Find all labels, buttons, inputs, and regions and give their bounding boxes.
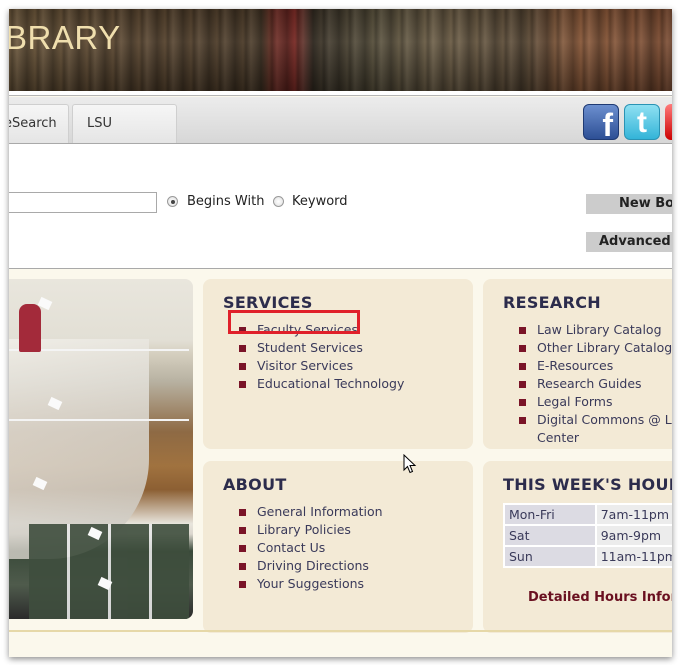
hours-day: Sun	[505, 547, 595, 566]
research-link-legal-forms[interactable]: Legal Forms	[517, 393, 672, 411]
research-link-eresources[interactable]: E-Resources	[517, 357, 672, 375]
research-link-other-catalogs[interactable]: Other Library Catalogs	[517, 339, 672, 357]
mouse-cursor-icon	[403, 454, 417, 474]
services-link-visitor[interactable]: Visitor Services	[237, 357, 404, 375]
hours-day: Mon-Fri	[505, 505, 595, 524]
hours-time: 7am-11pm	[596, 505, 672, 524]
photo-person	[19, 304, 41, 352]
about-link-policies[interactable]: Library Policies	[237, 521, 383, 539]
rail	[9, 419, 189, 421]
highlight-box	[228, 310, 360, 334]
services-link-student[interactable]: Student Services	[237, 339, 404, 357]
search-input[interactable]	[9, 192, 157, 213]
hours-row: Mon-Fri 7am-11pm	[505, 505, 672, 524]
hours-card: THIS WEEK'S HOURS Mon-Fri 7am-11pm Sat 9…	[483, 461, 672, 633]
about-link-suggestions[interactable]: Your Suggestions	[237, 575, 383, 593]
research-link-law-catalog[interactable]: Law Library Catalog	[517, 321, 672, 339]
hours-heading: THIS WEEK'S HOURS	[503, 475, 672, 494]
about-card: ABOUT General Information Library Polici…	[203, 461, 473, 633]
research-heading: RESEARCH	[503, 293, 601, 312]
banner-divider	[9, 91, 672, 96]
advanced-search-button[interactable]: Advanced	[586, 232, 672, 252]
begins-with-radio[interactable]	[167, 196, 178, 207]
about-heading: ABOUT	[223, 475, 287, 494]
library-banner: BRARY	[9, 9, 672, 91]
footer-divider	[9, 630, 672, 632]
keyword-radio[interactable]	[273, 196, 284, 207]
tab-esearch[interactable]: eSearch	[9, 104, 69, 143]
library-staircase-photo	[9, 279, 193, 619]
hours-time: 11am-11pm	[596, 547, 672, 566]
library-logo-title[interactable]: BRARY	[9, 19, 121, 57]
keyword-label[interactable]: Keyword	[292, 194, 348, 209]
hours-table: Mon-Fri 7am-11pm Sat 9am-9pm Sun 11am-11…	[503, 503, 672, 568]
digital-commons-line1: Digital Commons @ LSU	[537, 412, 672, 427]
begins-with-label[interactable]: Begins With	[187, 194, 264, 209]
new-books-button[interactable]: New Bo	[586, 194, 672, 214]
detailed-hours-link[interactable]: Detailed Hours Information	[528, 590, 672, 605]
facebook-icon[interactable]: f	[583, 104, 619, 140]
research-link-digital-commons[interactable]: Digital Commons @ LSU Center	[517, 411, 672, 447]
twitter-icon[interactable]: t	[624, 104, 660, 140]
photo-windows	[29, 524, 189, 619]
digital-commons-line2: Center	[537, 430, 580, 445]
research-link-guides[interactable]: Research Guides	[517, 375, 672, 393]
research-card: RESEARCH Law Library Catalog Other Libra…	[483, 279, 672, 449]
about-link-contact[interactable]: Contact Us	[237, 539, 383, 557]
hours-day: Sat	[505, 526, 595, 545]
services-link-edtech[interactable]: Educational Technology	[237, 375, 404, 393]
tab-lsu-catalog[interactable]: LSU Catalog	[72, 104, 177, 169]
youtube-icon[interactable]	[665, 104, 672, 140]
hours-row: Sun 11am-11pm	[505, 547, 672, 566]
search-panel: Begins With Keyword New Bo Advanced	[9, 144, 672, 269]
research-list: Law Library Catalog Other Library Catalo…	[517, 321, 672, 447]
nav-bar: eSearch LSU Catalog f t	[9, 97, 672, 169]
hours-row: Sat 9am-9pm	[505, 526, 672, 545]
hours-time: 9am-9pm	[596, 526, 672, 545]
about-list: General Information Library Policies Con…	[237, 503, 383, 593]
about-link-directions[interactable]: Driving Directions	[237, 557, 383, 575]
services-card: SERVICES Faculty Services Student Servic…	[203, 279, 473, 449]
about-link-general[interactable]: General Information	[237, 503, 383, 521]
